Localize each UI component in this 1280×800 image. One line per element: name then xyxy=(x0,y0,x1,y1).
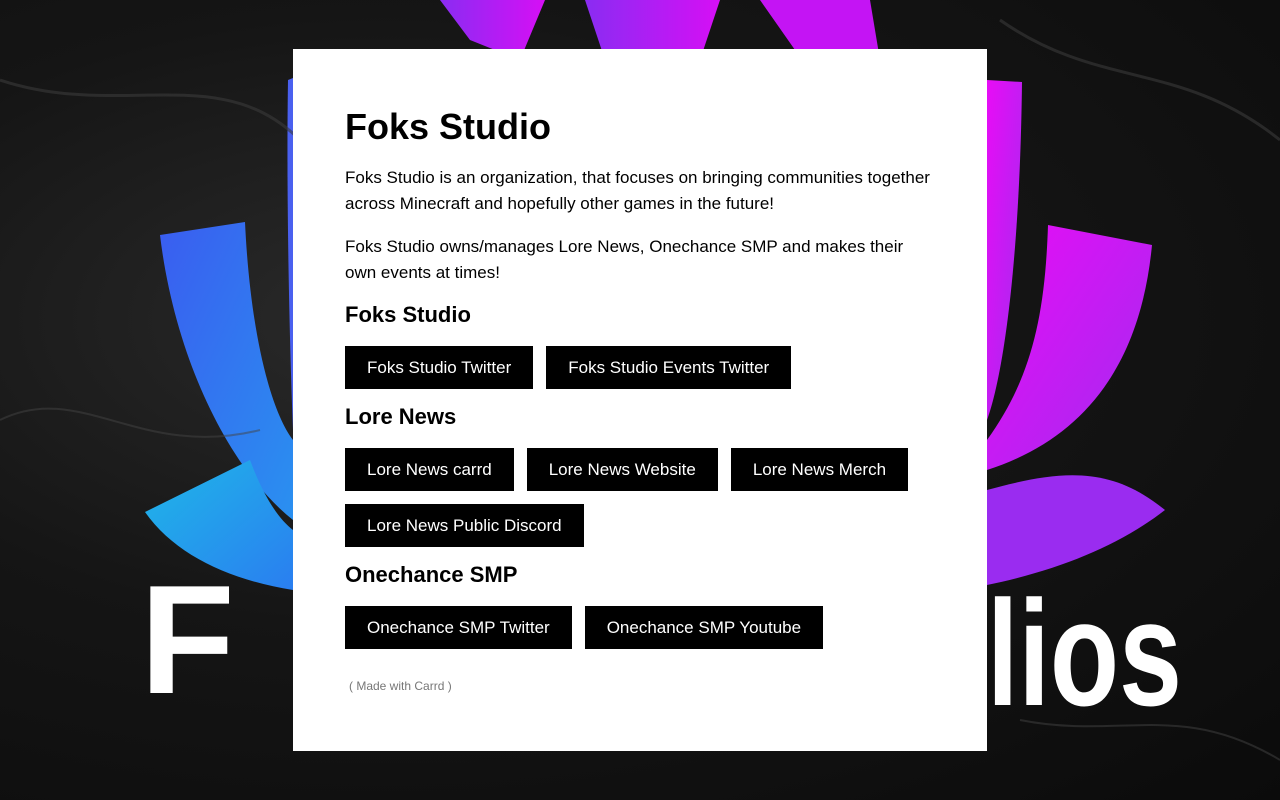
lore-news-merch-button[interactable]: Lore News Merch xyxy=(730,448,909,491)
lore-news-public-discord-button[interactable]: Lore News Public Discord xyxy=(345,504,584,547)
button-group-foks-studio: Foks Studio Twitter Foks Studio Events T… xyxy=(345,346,792,389)
intro-paragraph-1: Foks Studio is an organization, that foc… xyxy=(345,168,930,213)
button-group-lore-news: Lore News carrd Lore News Website Lore N… xyxy=(345,448,909,491)
section-heading-lore-news: Lore News xyxy=(345,404,457,429)
logo-letters-right: lios xyxy=(987,569,1182,737)
intro-paragraph-2: Foks Studio owns/manages Lore News, Onec… xyxy=(345,237,904,282)
logo-letter-left: F xyxy=(140,553,235,726)
foks-studio-twitter-button[interactable]: Foks Studio Twitter xyxy=(345,346,534,389)
onechance-smp-twitter-button[interactable]: Onechance SMP Twitter xyxy=(345,606,572,649)
section-heading-onechance-smp: Onechance SMP xyxy=(345,562,518,587)
foks-studio-events-twitter-button[interactable]: Foks Studio Events Twitter xyxy=(546,346,792,389)
section-heading-foks-studio: Foks Studio xyxy=(345,302,471,327)
lore-news-website-button[interactable]: Lore News Website xyxy=(526,448,718,491)
button-group-onechance-smp: Onechance SMP Twitter Onechance SMP Yout… xyxy=(345,606,824,649)
lore-news-carrd-button[interactable]: Lore News carrd xyxy=(345,448,514,491)
page-title: Foks Studio xyxy=(345,106,551,147)
button-group-lore-news-row-2: Lore News Public Discord xyxy=(345,504,584,547)
made-with-carrd-link[interactable]: ( Made with Carrd ) xyxy=(349,679,452,693)
content-card: Foks Studio Foks Studio is an organizati… xyxy=(293,49,987,751)
onechance-smp-youtube-button[interactable]: Onechance SMP Youtube xyxy=(584,606,824,649)
